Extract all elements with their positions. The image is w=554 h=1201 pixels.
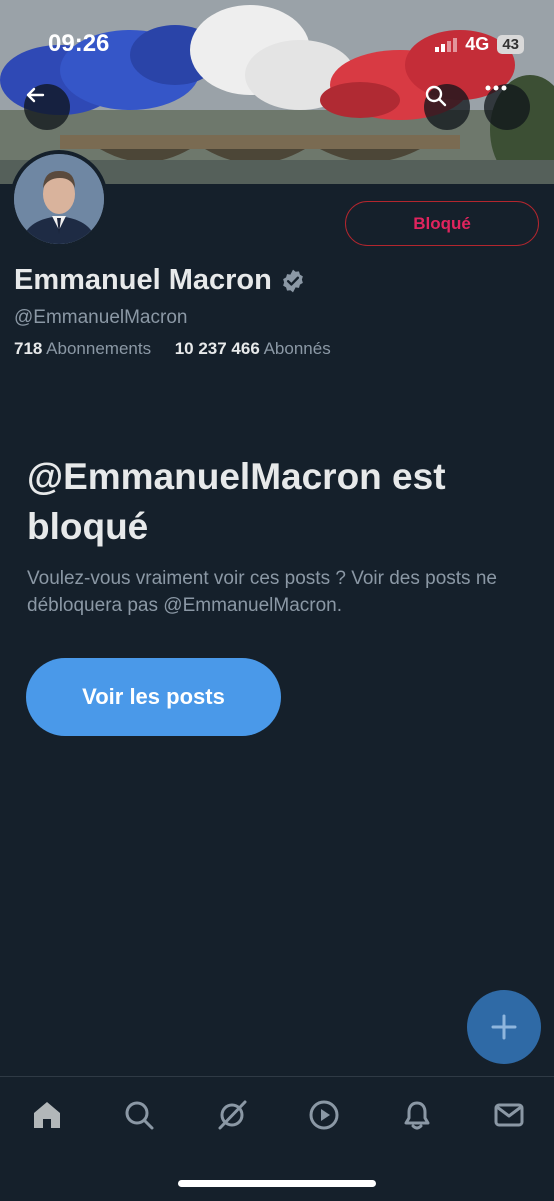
- verified-badge-icon[interactable]: [280, 268, 306, 294]
- home-icon: [34, 1102, 60, 1128]
- profile-stats: 718 Abonnements 10 237 466 Abonnés: [14, 339, 331, 359]
- tab-notifications[interactable]: [399, 1097, 435, 1133]
- avatar-image: [14, 154, 104, 244]
- home-indicator[interactable]: [178, 1180, 376, 1187]
- blocked-description: Voulez-vous vraiment voir ces posts ? Vo…: [27, 568, 497, 616]
- network-label: 4G: [465, 34, 490, 54]
- followers-label: Abonnés: [263, 339, 331, 358]
- profile-name: Emmanuel Macron: [14, 264, 272, 296]
- followers-count: 10 237 466: [174, 339, 260, 358]
- compose-button[interactable]: [467, 990, 541, 1064]
- tab-grok[interactable]: [214, 1097, 250, 1133]
- status-time: 09:26: [48, 30, 110, 57]
- compose-plus-icon: [491, 1014, 517, 1040]
- messages-icon: [494, 1103, 524, 1127]
- back-button[interactable]: [24, 84, 70, 130]
- blocked-button[interactable]: Bloqué: [345, 201, 539, 246]
- following-label: Abonnements: [46, 339, 152, 358]
- blocked-title: @EmmanuelMacron est bloqué: [27, 456, 446, 547]
- view-posts-button[interactable]: Voir les posts: [26, 658, 281, 736]
- more-icon: [485, 85, 507, 91]
- video-icon: [309, 1100, 339, 1130]
- tab-search[interactable]: [121, 1097, 157, 1133]
- battery-icon: 43: [497, 35, 524, 54]
- search-icon: [125, 1101, 154, 1130]
- following-link[interactable]: 718 Abonnements: [14, 339, 151, 358]
- profile-name-row: Emmanuel Macron: [14, 264, 306, 297]
- search-button[interactable]: [424, 84, 470, 130]
- status-bar: 09:26 4G 43: [0, 28, 554, 64]
- following-count: 718: [14, 339, 43, 358]
- back-arrow-icon: [26, 87, 45, 103]
- more-button[interactable]: [484, 84, 530, 130]
- followers-link[interactable]: 10 237 466 Abonnés: [175, 339, 331, 358]
- profile-handle: @EmmanuelMacron: [14, 307, 188, 328]
- tab-video[interactable]: [306, 1097, 342, 1133]
- search-icon: [425, 85, 447, 107]
- tab-messages[interactable]: [491, 1097, 527, 1133]
- signal-icon: [435, 37, 458, 52]
- notifications-icon: [404, 1101, 430, 1130]
- grok-icon: [218, 1100, 247, 1130]
- tab-home[interactable]: [29, 1097, 65, 1133]
- profile-avatar[interactable]: [10, 150, 108, 248]
